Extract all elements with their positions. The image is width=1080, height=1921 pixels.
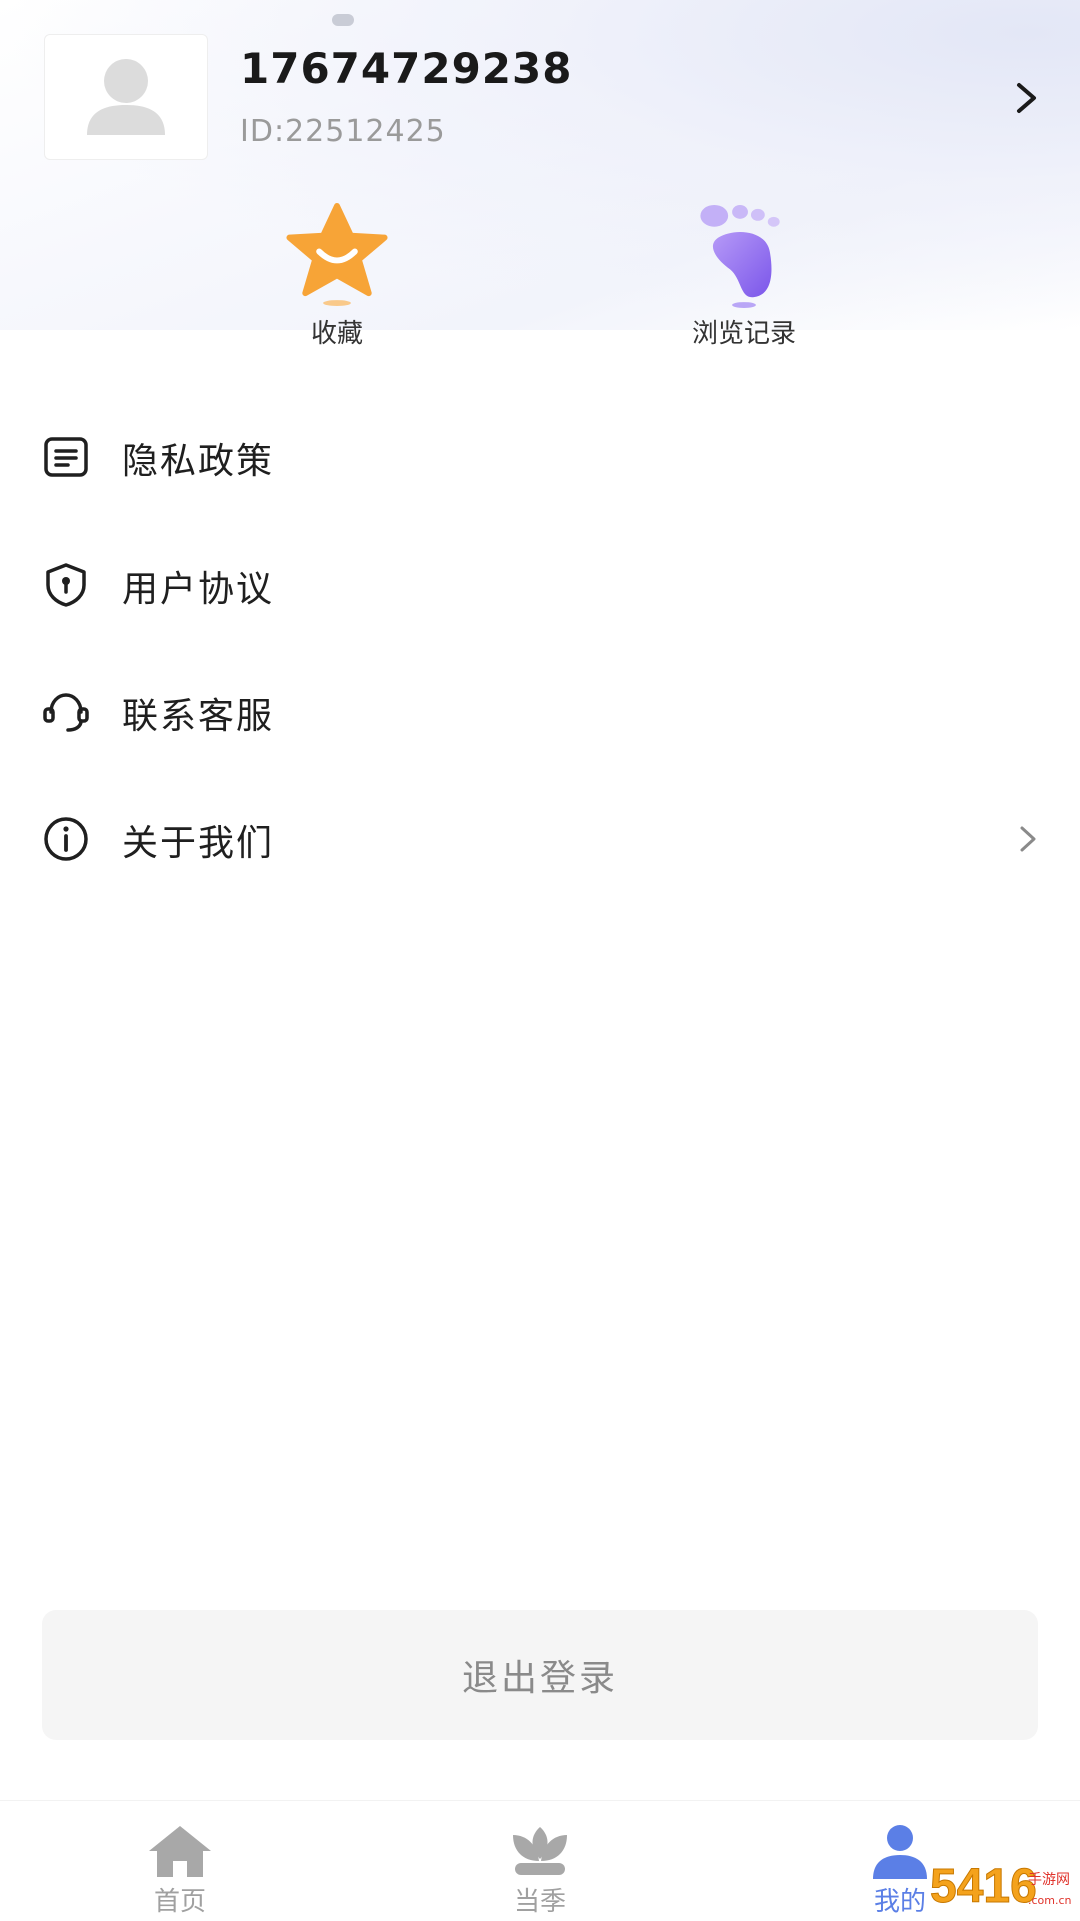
- menu-item-about-us[interactable]: 关于我们: [0, 782, 1080, 892]
- shortcut-favorites[interactable]: 收藏: [227, 200, 447, 350]
- nav-tab-label: 当季: [513, 1887, 566, 1917]
- menu-item-label: 关于我们: [122, 823, 275, 864]
- menu-item-contact-service[interactable]: 联系客服: [0, 655, 1080, 765]
- bottom-navigation-bar: 首页 当季 我的: [0, 1800, 1080, 1921]
- star-icon: [286, 202, 388, 307]
- menu-item-label: 隐私政策: [122, 441, 275, 482]
- nav-tab-label: 首页: [153, 1887, 206, 1917]
- info-icon: [44, 817, 88, 861]
- user-icon: [873, 1825, 927, 1879]
- drag-handle: [332, 14, 354, 26]
- document-icon: [44, 437, 88, 477]
- shortcut-label: 收藏: [310, 319, 363, 349]
- nav-tab-home[interactable]: 首页: [80, 1801, 280, 1921]
- chevron-right-icon[interactable]: [1006, 78, 1046, 118]
- lotus-icon: [513, 1827, 567, 1875]
- footprint-icon: [700, 204, 780, 309]
- nav-tab-season[interactable]: 当季: [440, 1801, 640, 1921]
- menu-item-label: 用户协议: [122, 569, 275, 610]
- svg-text:5416: 5416: [930, 1860, 1037, 1913]
- home-icon: [149, 1826, 211, 1877]
- chevron-right-icon: [1020, 826, 1036, 852]
- svg-text:.com.cn: .com.cn: [1028, 1894, 1072, 1907]
- menu-item-label: 联系客服: [122, 696, 275, 737]
- default-avatar-icon: [87, 59, 165, 135]
- shortcut-browse-history[interactable]: 浏览记录: [634, 200, 854, 350]
- watermark-logo: 5416 手游网 .com.cn: [928, 1854, 1078, 1916]
- menu-item-user-agreement[interactable]: 用户协议: [0, 528, 1080, 638]
- avatar[interactable]: [44, 34, 208, 160]
- user-id: ID:22512425: [240, 114, 446, 149]
- shortcut-label: 浏览记录: [691, 319, 796, 349]
- svg-text:手游网: 手游网: [1028, 1872, 1070, 1888]
- logout-button[interactable]: 退出登录: [42, 1610, 1038, 1740]
- headset-icon: [43, 693, 89, 732]
- shield-lock-icon: [46, 563, 86, 607]
- nav-tab-label: 我的: [873, 1887, 926, 1917]
- user-phone-number: 17674729238: [240, 44, 573, 93]
- menu-item-privacy-policy[interactable]: 隐私政策: [0, 400, 1080, 510]
